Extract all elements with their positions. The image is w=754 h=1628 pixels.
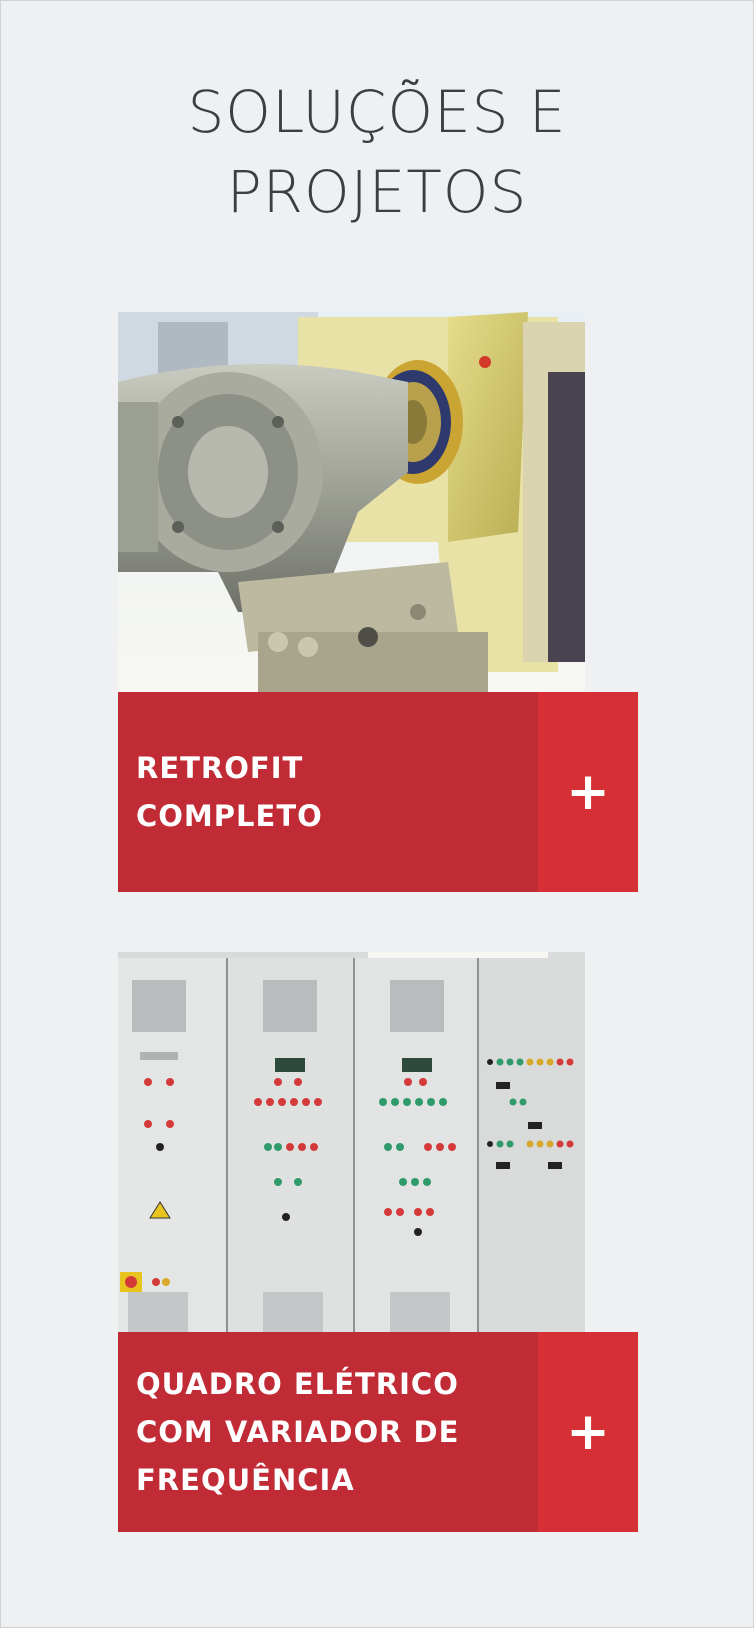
retrofit-label: RETROFIT COMPLETO [118,692,538,892]
retrofit-photo [118,312,585,692]
expand-plus-icon[interactable]: + [538,692,638,892]
card-label-line: FREQUÊNCIA [136,1463,355,1497]
electrical-panel-title-bar[interactable]: QUADRO ELÉTRICO COM VARIADOR DE FREQUÊNC… [118,1332,638,1532]
card-label-line: QUADRO ELÉTRICO [136,1367,459,1401]
section-title-line1: SOLUÇÕES E [187,78,567,146]
card-label-line: COMPLETO [136,799,323,833]
expand-plus-icon[interactable]: + [538,1332,638,1532]
card-label-line: RETROFIT [136,751,304,785]
retrofit-title-bar[interactable]: RETROFIT COMPLETO + [118,692,638,892]
electrical-panel-photo [118,952,585,1332]
project-card-retrofit[interactable]: RETROFIT COMPLETO + [118,312,638,892]
card-label-line: COM VARIADOR DE [136,1415,460,1449]
project-card-electrical-panel[interactable]: QUADRO ELÉTRICO COM VARIADOR DE FREQUÊNC… [118,952,638,1532]
electrical-panel-label: QUADRO ELÉTRICO COM VARIADOR DE FREQUÊNC… [118,1332,538,1532]
section-title-line2: PROJETOS [226,158,528,226]
section-title: SOLUÇÕES E PROJETOS [0,72,754,232]
